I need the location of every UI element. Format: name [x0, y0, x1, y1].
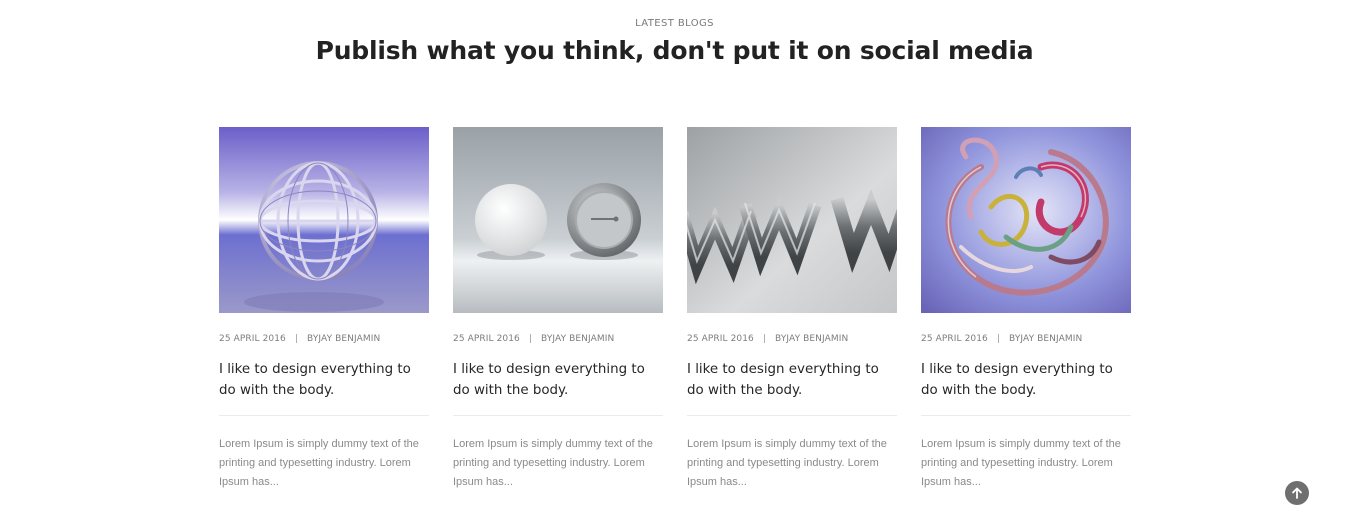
post-meta: 25 APRIL 2016 | BYJAY BENJAMIN: [219, 334, 429, 346]
post-excerpt: Lorem Ipsum is simply dummy text of the …: [921, 438, 1121, 488]
card-divider: [921, 415, 1131, 416]
meta-separator: |: [294, 334, 299, 344]
back-to-top-button[interactable]: [1285, 481, 1309, 505]
post-author[interactable]: BYJAY BENJAMIN: [775, 334, 848, 344]
post-title-link[interactable]: I like to design everything to do with t…: [687, 359, 897, 401]
blog-card: 25 APRIL 2016 | BYJAY BENJAMIN I like to d…: [219, 127, 429, 492]
post-meta: 25 APRIL 2016 | BYJAY BENJAMIN: [921, 334, 1131, 346]
post-author[interactable]: BYJAY BENJAMIN: [541, 334, 614, 344]
arrow-up-icon: [1292, 487, 1302, 499]
post-author[interactable]: BYJAY BENJAMIN: [1009, 334, 1082, 344]
meta-separator: |: [762, 334, 767, 344]
card-divider: [219, 415, 429, 416]
blog-card: 25 APRIL 2016 | BYJAY BENJAMIN I like to d…: [453, 127, 663, 492]
meta-separator: |: [528, 334, 533, 344]
post-date: 25 APRIL 2016: [687, 334, 754, 344]
post-excerpt: Lorem Ipsum is simply dummy text of the …: [687, 438, 887, 488]
post-title-link[interactable]: I like to design everything to do with t…: [453, 359, 663, 401]
buttons-image[interactable]: [453, 127, 663, 313]
section-title: Publish what you think, don't put it on …: [315, 36, 1034, 65]
post-title-link[interactable]: I like to design everything to do with t…: [219, 359, 429, 401]
blog-card-list: 25 APRIL 2016 | BYJAY BENJAMIN I like to d…: [219, 127, 1131, 492]
post-title-link[interactable]: I like to design everything to do with t…: [921, 359, 1131, 401]
abstract-glass-image[interactable]: [921, 127, 1131, 313]
post-author[interactable]: BYJAY BENJAMIN: [307, 334, 380, 344]
card-divider: [453, 415, 663, 416]
blog-card: 25 APRIL 2016 | BYJAY BENJAMIN I like to d…: [921, 127, 1131, 492]
post-date: 25 APRIL 2016: [219, 334, 286, 344]
post-excerpt: Lorem Ipsum is simply dummy text of the …: [219, 438, 419, 488]
wire-sphere-image[interactable]: [219, 127, 429, 313]
card-divider: [687, 415, 897, 416]
latest-blogs-eyebrow: LATEST BLOGS: [635, 18, 714, 29]
post-date: 25 APRIL 2016: [921, 334, 988, 344]
post-date: 25 APRIL 2016: [453, 334, 520, 344]
blog-card: 25 APRIL 2016 | BYJAY BENJAMIN I like to d…: [687, 127, 897, 492]
www-3d-image[interactable]: [687, 127, 897, 313]
post-meta: 25 APRIL 2016 | BYJAY BENJAMIN: [687, 334, 897, 346]
meta-separator: |: [996, 334, 1001, 344]
post-excerpt: Lorem Ipsum is simply dummy text of the …: [453, 438, 653, 488]
post-meta: 25 APRIL 2016 | BYJAY BENJAMIN: [453, 334, 663, 346]
